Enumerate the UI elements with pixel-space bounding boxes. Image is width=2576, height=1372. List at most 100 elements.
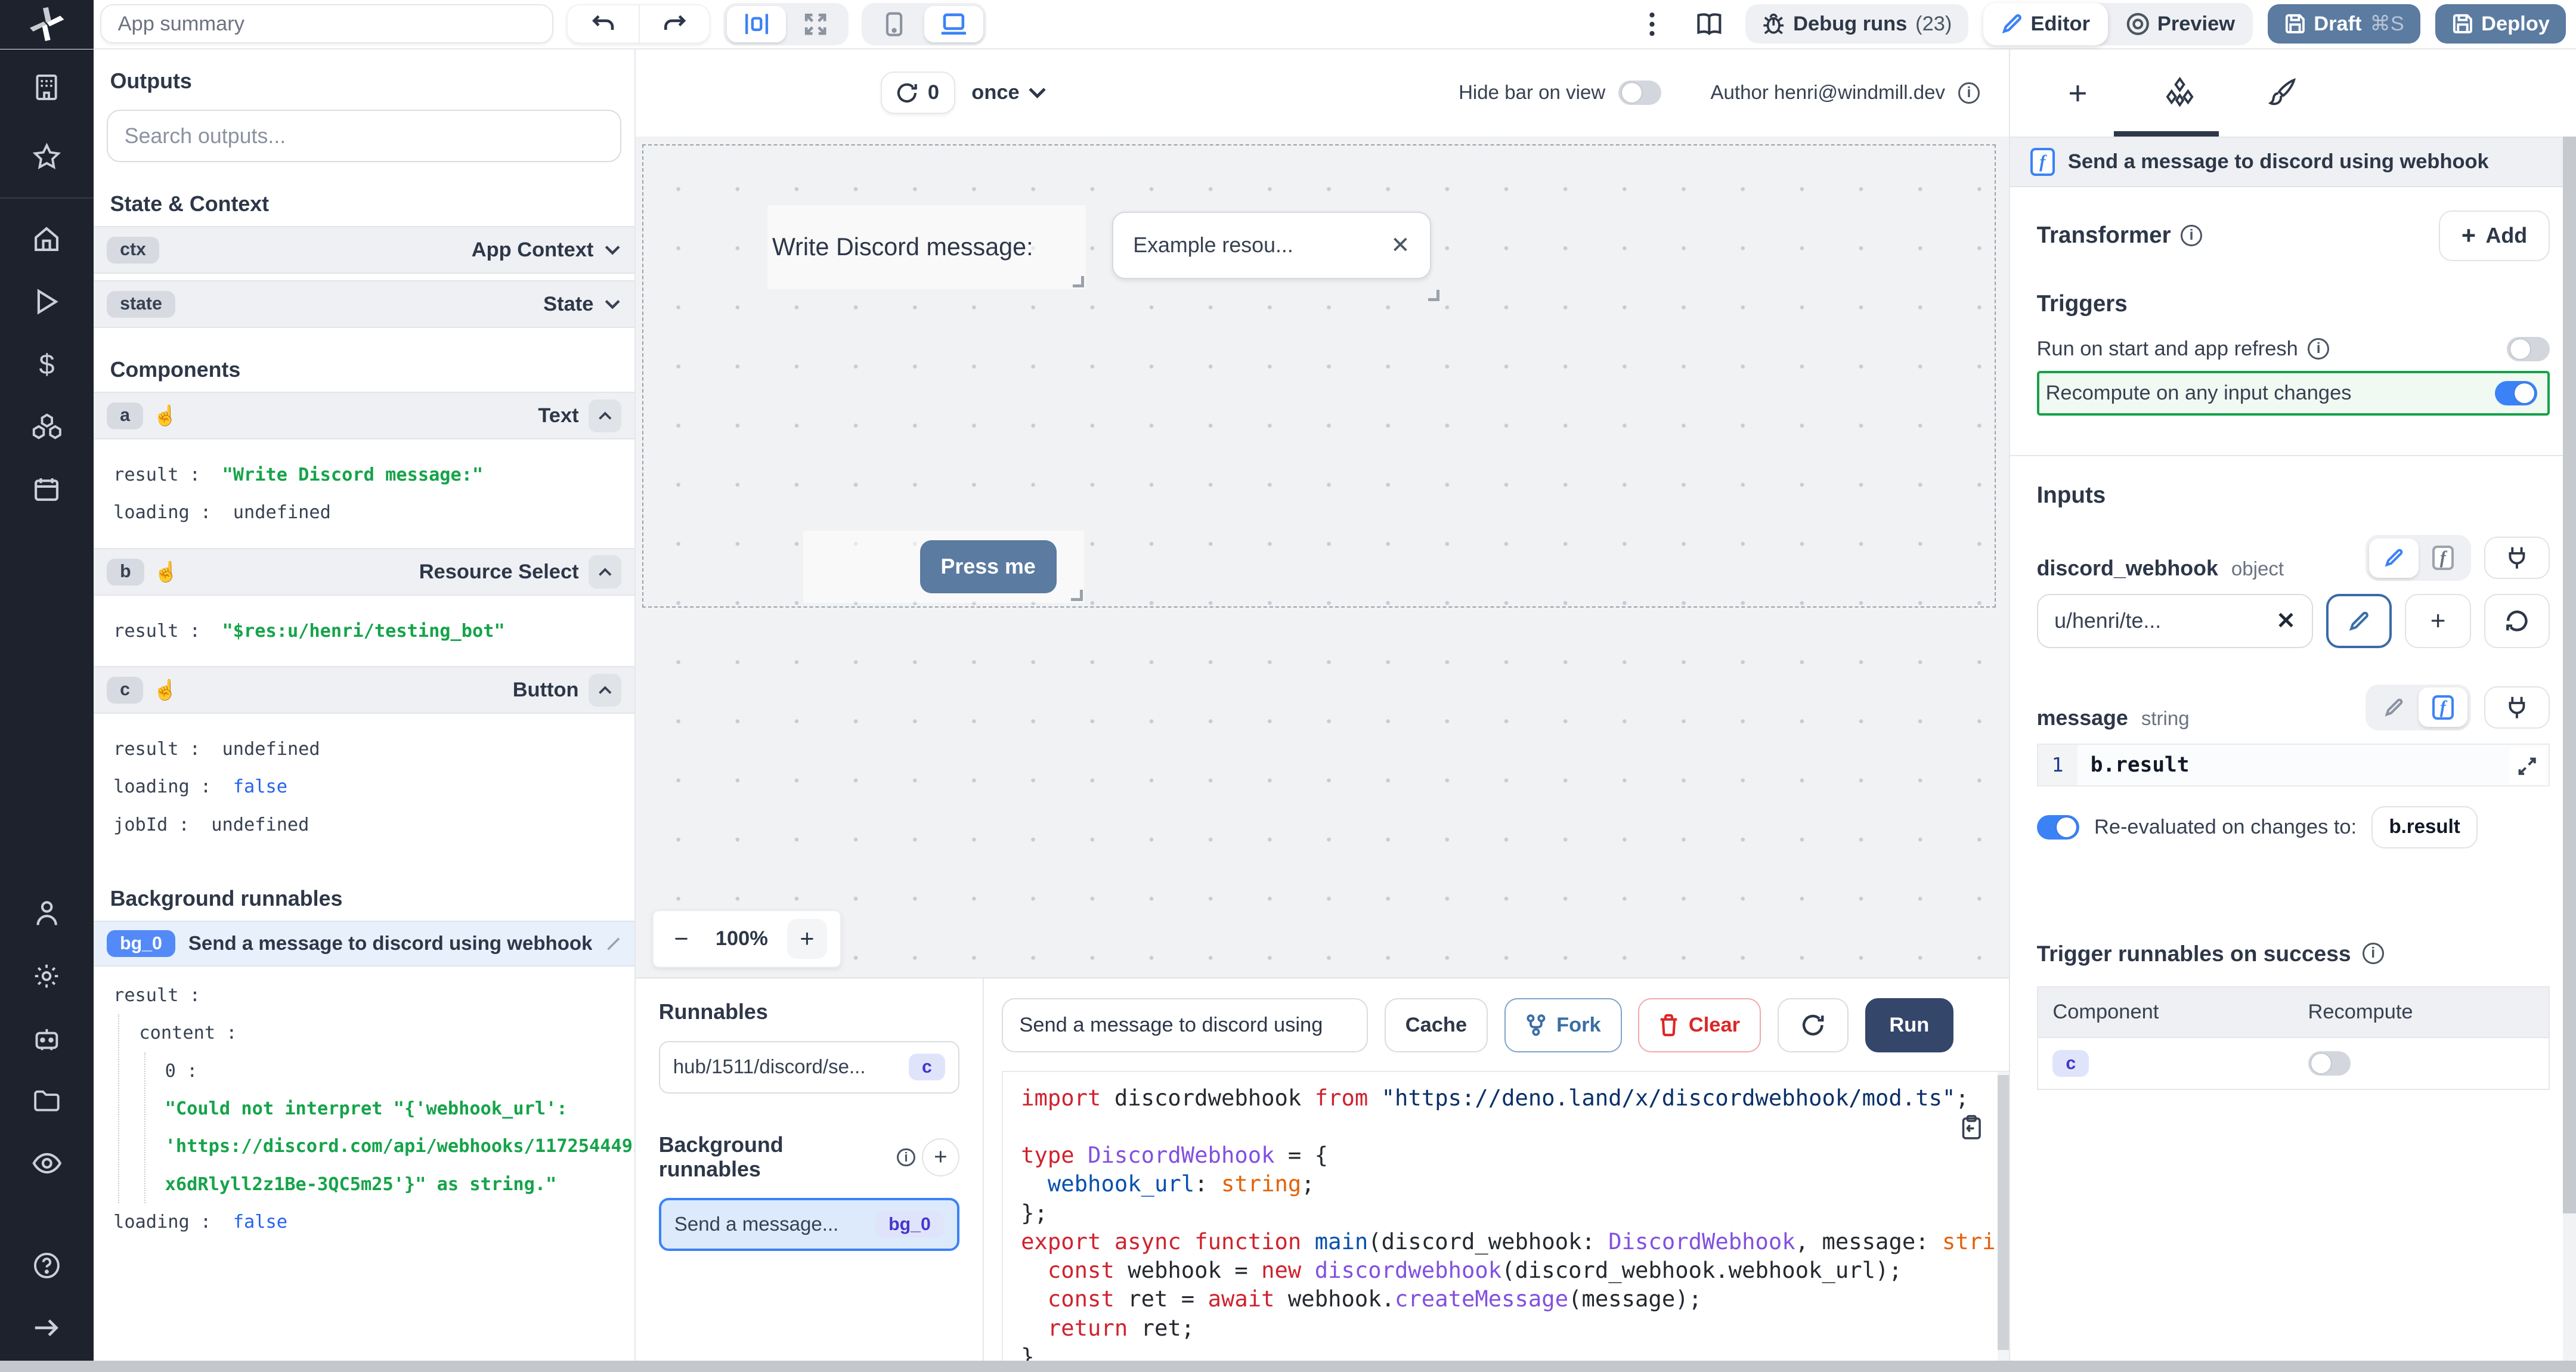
nav-settings[interactable] xyxy=(0,945,94,1008)
resize-handle[interactable] xyxy=(1073,276,1084,287)
add-bg-runnable-button[interactable]: + xyxy=(922,1138,959,1176)
tab-editor[interactable]: Editor xyxy=(1983,3,2109,46)
expand-editor-button[interactable] xyxy=(2509,748,2546,784)
nav-folders[interactable] xyxy=(0,1070,94,1132)
redo-button[interactable] xyxy=(639,4,709,44)
add-transformer-button[interactable]: + Add xyxy=(2439,210,2550,261)
clear-resource-icon[interactable]: ✕ xyxy=(2276,608,2295,634)
mobile-view-button[interactable] xyxy=(865,6,924,42)
nav-audit[interactable] xyxy=(0,1132,94,1195)
info-icon[interactable]: i xyxy=(2363,943,2384,964)
collapse-button[interactable] xyxy=(589,555,621,588)
output-row-ctx[interactable]: ctx App Context xyxy=(94,226,634,274)
nav-users[interactable] xyxy=(0,882,94,945)
component-c-props: result : undefined loading : false jobId… xyxy=(94,720,634,860)
eval-mode-button[interactable]: f xyxy=(2419,538,2468,578)
frequency-dropdown[interactable]: once xyxy=(971,81,1047,104)
nav-help[interactable] xyxy=(0,1234,94,1297)
chevron-down-icon[interactable] xyxy=(603,244,621,256)
center-layout-button[interactable] xyxy=(727,6,786,42)
collapse-rail-button[interactable] xyxy=(0,1296,94,1359)
workspace-building-icon[interactable] xyxy=(0,49,94,125)
horizontal-scrollbar[interactable] xyxy=(0,1361,2576,1372)
pencil-icon xyxy=(2001,13,2023,35)
app-summary-input[interactable]: App summary xyxy=(100,4,553,44)
resize-handle[interactable] xyxy=(1428,290,1439,301)
refresh-count-button[interactable]: 0 xyxy=(881,72,955,114)
nav-resources[interactable] xyxy=(0,395,94,458)
editor-scrollbar[interactable] xyxy=(1998,1072,2009,1371)
edit-pencil-icon[interactable] xyxy=(606,936,621,951)
scrollbar-thumb[interactable] xyxy=(2563,137,2576,1214)
favorites-star-icon[interactable] xyxy=(0,125,94,187)
nav-workers[interactable] xyxy=(0,1007,94,1070)
refresh-resource-button[interactable] xyxy=(2484,594,2550,648)
fork-button[interactable]: Fork xyxy=(1504,998,1622,1052)
app-canvas[interactable]: Write Discord message: Example resou... … xyxy=(636,137,2009,978)
reevaluate-toggle[interactable] xyxy=(2037,815,2080,840)
right-panel-scrollbar[interactable] xyxy=(2563,137,2576,1361)
output-row-state[interactable]: state State xyxy=(94,280,634,328)
docs-button[interactable] xyxy=(1688,4,1731,44)
clear-button[interactable]: Clear xyxy=(1638,998,1761,1052)
zoom-in-button[interactable]: + xyxy=(787,919,826,958)
static-mode-button[interactable] xyxy=(2369,538,2419,578)
nav-schedules[interactable] xyxy=(0,458,94,521)
recompute-toggle[interactable] xyxy=(2495,381,2538,405)
collapse-button[interactable] xyxy=(589,674,621,707)
debug-runs-button[interactable]: Debug runs (23) xyxy=(1745,4,1968,44)
connect-input-button[interactable] xyxy=(2484,686,2550,729)
edit-resource-button[interactable] xyxy=(2326,594,2392,648)
hide-bar-toggle[interactable] xyxy=(1618,80,1661,105)
reload-button[interactable] xyxy=(1778,998,1849,1052)
info-icon[interactable]: i xyxy=(2181,225,2202,246)
nav-variables[interactable]: $ xyxy=(0,333,94,395)
search-outputs-input[interactable]: Search outputs... xyxy=(107,110,621,162)
tab-insert-component[interactable]: + xyxy=(2050,60,2106,126)
code-editor[interactable]: import discordwebhook from "https://deno… xyxy=(1002,1071,2010,1372)
recompute-c-toggle[interactable] xyxy=(2308,1051,2351,1076)
reevaluate-dependency-chip[interactable]: b.result xyxy=(2371,806,2478,849)
zoom-out-button[interactable]: − xyxy=(667,925,696,953)
run-on-start-toggle[interactable] xyxy=(2507,337,2550,361)
undo-button[interactable] xyxy=(568,4,638,44)
deploy-button[interactable]: Deploy xyxy=(2435,4,2566,44)
static-mode-button[interactable] xyxy=(2369,687,2419,727)
text-component[interactable]: Write Discord message: xyxy=(767,205,1086,289)
eval-mode-button[interactable]: f xyxy=(2419,687,2468,727)
component-row-c[interactable]: c ☝ Button xyxy=(94,666,634,714)
scrollbar-thumb[interactable] xyxy=(1998,1075,2009,1350)
add-resource-button[interactable]: + xyxy=(2405,594,2470,648)
desktop-view-button[interactable] xyxy=(924,6,983,42)
info-icon[interactable]: i xyxy=(897,1148,915,1166)
nav-runs[interactable] xyxy=(0,271,94,333)
message-expression-editor[interactable]: 1 b.result xyxy=(2037,744,2550,786)
bg-runnable-item-selected[interactable]: Send a message... bg_0 xyxy=(659,1198,959,1250)
background-runnable-row[interactable]: bg_0 Send a message to discord using web… xyxy=(94,921,634,967)
draft-button[interactable]: Draft ⌘S xyxy=(2268,4,2420,44)
tab-preview[interactable]: Preview xyxy=(2108,3,2253,46)
resource-select-component[interactable]: Example resou... ✕ xyxy=(1112,212,1431,279)
component-row-a[interactable]: a ☝ Text xyxy=(94,392,634,439)
collapse-button[interactable] xyxy=(589,399,621,432)
fullscreen-button[interactable] xyxy=(786,6,845,42)
press-me-button[interactable]: Press me xyxy=(920,540,1057,593)
component-row-b[interactable]: b ☝ Resource Select xyxy=(94,548,634,596)
chevron-down-icon[interactable] xyxy=(603,299,621,310)
clear-select-icon[interactable]: ✕ xyxy=(1391,232,1410,259)
windmill-logo[interactable] xyxy=(0,0,94,49)
nav-home[interactable] xyxy=(0,208,94,271)
run-button[interactable]: Run xyxy=(1865,998,1953,1052)
more-menu-button[interactable] xyxy=(1630,4,1673,44)
info-icon[interactable]: i xyxy=(1958,82,1980,104)
copy-code-button[interactable] xyxy=(1960,1114,1983,1141)
resource-picker[interactable]: u/henri/te... ✕ xyxy=(2037,594,2314,648)
tab-styling[interactable] xyxy=(2253,60,2309,126)
script-name-input[interactable]: Send a message to discord using xyxy=(1002,998,1368,1052)
connect-input-button[interactable] xyxy=(2484,537,2550,580)
runnable-item[interactable]: hub/1511/discord/se... c xyxy=(659,1041,959,1094)
resize-handle[interactable] xyxy=(1071,590,1082,601)
cache-button[interactable]: Cache xyxy=(1385,998,1488,1052)
info-icon[interactable]: i xyxy=(2308,338,2329,360)
tab-component-settings[interactable] xyxy=(2151,60,2207,126)
